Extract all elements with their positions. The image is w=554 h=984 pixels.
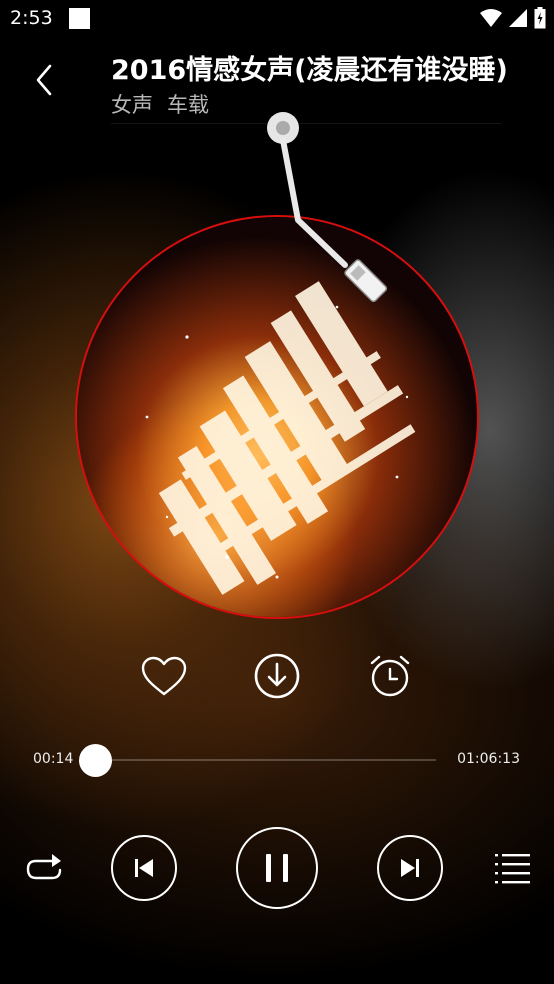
alarm-clock-icon xyxy=(370,655,410,697)
pause-icon xyxy=(266,854,288,882)
wifi-icon xyxy=(480,9,502,27)
download-icon xyxy=(254,653,300,699)
status-icons xyxy=(480,7,546,29)
next-icon xyxy=(401,859,419,877)
tag-label[interactable]: 女声 xyxy=(111,89,153,119)
song-title: 2016情感女声(凌晨还有谁没睡) xyxy=(111,55,508,86)
back-button[interactable] xyxy=(24,58,64,102)
repeat-mode-button[interactable] xyxy=(22,848,66,888)
back-icon xyxy=(36,64,52,96)
heart-icon xyxy=(141,656,187,696)
signal-icon xyxy=(509,9,527,27)
status-bar: 2:53 xyxy=(0,0,554,38)
tag-label[interactable]: 车载 xyxy=(167,89,209,119)
playlist-icon xyxy=(495,854,530,884)
status-time: 2:53 xyxy=(10,7,53,29)
next-button[interactable] xyxy=(377,835,443,901)
previous-icon xyxy=(135,859,153,877)
playlist-button[interactable] xyxy=(494,850,532,886)
total-time: 01:06:13 xyxy=(457,751,520,767)
favorite-button[interactable] xyxy=(136,648,192,704)
pause-button[interactable] xyxy=(236,827,318,909)
playback-controls xyxy=(0,826,554,912)
song-actions xyxy=(0,648,554,708)
song-tags: 女声 车载 xyxy=(111,89,209,119)
sleep-timer-button[interactable] xyxy=(362,648,418,704)
repeat-icon xyxy=(26,854,62,880)
download-button[interactable] xyxy=(249,648,305,704)
previous-button[interactable] xyxy=(111,835,177,901)
current-time: 00:14 xyxy=(33,751,74,767)
seek-bar[interactable] xyxy=(96,759,436,761)
notification-icon xyxy=(69,8,90,29)
seek-thumb[interactable] xyxy=(79,744,112,777)
tonearm xyxy=(267,112,388,303)
battery-icon xyxy=(534,7,546,29)
